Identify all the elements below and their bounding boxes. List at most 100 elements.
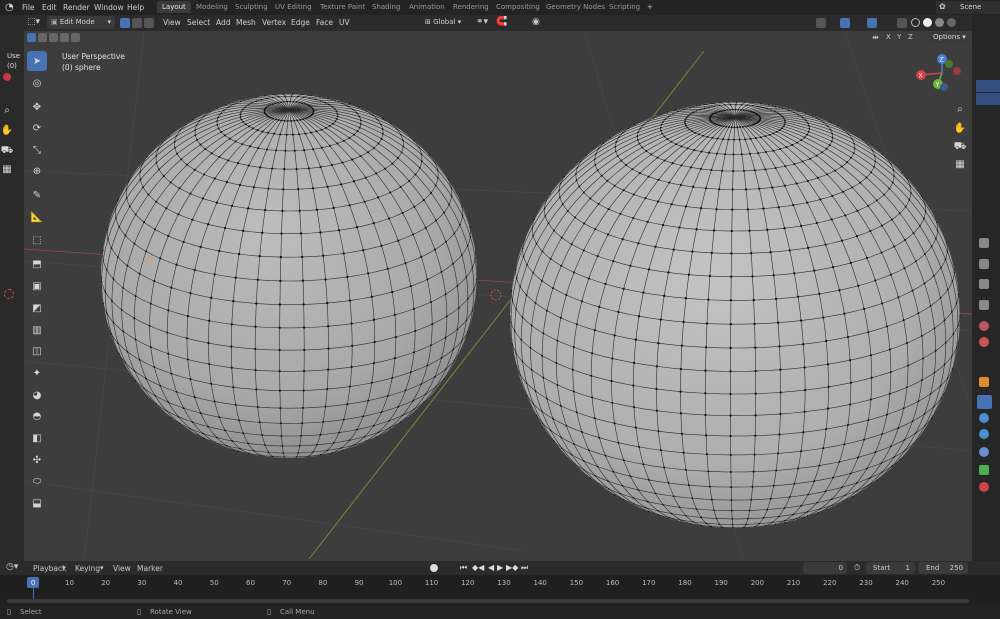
vertex-select-button[interactable]	[120, 18, 130, 28]
mesh-vertex[interactable]	[780, 127, 783, 130]
mesh-vertex[interactable]	[147, 193, 150, 196]
mesh-vertex[interactable]	[745, 109, 748, 112]
mesh-vertex[interactable]	[553, 229, 555, 232]
mesh-vertex[interactable]	[848, 133, 850, 136]
mesh-vertex[interactable]	[865, 256, 869, 260]
mesh-vertex[interactable]	[414, 173, 417, 176]
mesh-vertex[interactable]	[905, 341, 909, 345]
mesh-vertex[interactable]	[721, 169, 724, 172]
mesh-vertex[interactable]	[751, 123, 754, 126]
mesh-vertex[interactable]	[656, 156, 659, 159]
mesh-vertex[interactable]	[301, 93, 303, 96]
mesh-vertex[interactable]	[776, 321, 780, 324]
tab-shading[interactable]: Shading	[372, 3, 400, 11]
mesh-vertex[interactable]	[256, 129, 259, 132]
mesh-vertex[interactable]	[182, 240, 185, 243]
mesh-vertex[interactable]	[381, 128, 384, 130]
mesh-vertex[interactable]	[621, 484, 624, 487]
mesh-vertex[interactable]	[707, 470, 710, 473]
mesh-vertex[interactable]	[191, 218, 194, 221]
mesh-vertex[interactable]	[898, 212, 901, 215]
mesh-vertex[interactable]	[125, 188, 128, 191]
mesh-vertex[interactable]	[841, 190, 844, 193]
mesh-vertex[interactable]	[711, 102, 713, 105]
mesh-vertex[interactable]	[946, 250, 949, 252]
mesh-vertex[interactable]	[912, 442, 915, 445]
mesh-vertex[interactable]	[796, 109, 799, 112]
mesh-vertex[interactable]	[632, 496, 635, 499]
mesh-vertex[interactable]	[327, 368, 330, 371]
mesh-vertex[interactable]	[114, 208, 117, 210]
mesh-vertex[interactable]	[542, 376, 545, 379]
mesh-vertex[interactable]	[865, 176, 868, 179]
face-select-button[interactable]	[144, 18, 154, 28]
mesh-vertex[interactable]	[308, 104, 311, 107]
mesh-vertex[interactable]	[115, 217, 117, 219]
mesh-vertex[interactable]	[700, 150, 703, 153]
mesh-vertex[interactable]	[656, 200, 660, 203]
mesh-vertex[interactable]	[849, 261, 852, 265]
mesh-vertex[interactable]	[284, 149, 287, 152]
mesh-vertex[interactable]	[278, 370, 281, 373]
mesh-vertex[interactable]	[946, 288, 949, 291]
mesh-vertex[interactable]	[657, 510, 659, 512]
mesh-vertex[interactable]	[275, 149, 278, 152]
mesh-vertex[interactable]	[619, 212, 622, 215]
mesh-vertex[interactable]	[278, 326, 281, 329]
mesh-vertex[interactable]	[783, 227, 786, 230]
mesh-vertex[interactable]	[734, 108, 737, 111]
mesh-vertex[interactable]	[175, 135, 178, 137]
mesh-vertex[interactable]	[705, 453, 709, 456]
mesh-vertex[interactable]	[622, 498, 625, 501]
mesh-vertex[interactable]	[336, 115, 339, 118]
mesh-vertex[interactable]	[726, 109, 729, 111]
mesh-vertex[interactable]	[625, 164, 628, 166]
mesh-vertex[interactable]	[773, 110, 776, 113]
mesh-vertex[interactable]	[530, 324, 533, 327]
mesh-vertex[interactable]	[541, 354, 544, 357]
mesh-vertex[interactable]	[298, 444, 301, 447]
mesh-vertex[interactable]	[695, 228, 698, 231]
mesh-vertex[interactable]	[182, 407, 185, 409]
outliner-row-selected[interactable]	[976, 80, 1000, 92]
mesh-vertex[interactable]	[382, 133, 384, 135]
mesh-vertex[interactable]	[210, 382, 213, 385]
mesh-vertex[interactable]	[143, 221, 146, 224]
mesh-vertex[interactable]	[122, 330, 124, 333]
mesh-vertex[interactable]	[762, 207, 765, 210]
mesh-vertex[interactable]	[267, 187, 270, 190]
mesh-vertex[interactable]	[951, 355, 953, 357]
mesh-vertex[interactable]	[299, 232, 303, 235]
mesh-vertex[interactable]	[237, 450, 239, 452]
viewport-pan-icon[interactable]: ✋	[953, 122, 967, 136]
mesh-vertex[interactable]	[738, 138, 741, 141]
mesh-vertex[interactable]	[430, 191, 432, 194]
mesh-vertex[interactable]	[800, 504, 803, 507]
mesh-vertex[interactable]	[301, 422, 304, 425]
mesh-vertex[interactable]	[327, 347, 330, 350]
mesh-vertex[interactable]	[594, 228, 597, 231]
mesh-vertex[interactable]	[306, 103, 309, 106]
mesh-vertex[interactable]	[372, 222, 375, 225]
mesh-vertex[interactable]	[426, 364, 429, 367]
mesh-vertex[interactable]	[772, 484, 775, 487]
mesh-vertex[interactable]	[657, 342, 660, 345]
mesh-vertex[interactable]	[840, 239, 844, 242]
mesh-vertex[interactable]	[629, 475, 632, 478]
mesh-vertex[interactable]	[744, 138, 747, 141]
mesh-vertex[interactable]	[202, 432, 204, 435]
mesh-vertex[interactable]	[571, 368, 574, 371]
mesh-vertex[interactable]	[574, 216, 576, 219]
mesh-vertex[interactable]	[170, 372, 173, 375]
mesh-vertex[interactable]	[244, 123, 247, 126]
mesh-vertex[interactable]	[634, 426, 637, 429]
mesh-vertex[interactable]	[555, 362, 558, 364]
mesh-vertex[interactable]	[756, 105, 759, 108]
mesh-vertex[interactable]	[546, 397, 548, 400]
mesh-vertex[interactable]	[679, 412, 683, 415]
mesh-vertex[interactable]	[153, 366, 156, 369]
mesh-vertex[interactable]	[951, 310, 953, 313]
mesh-vertex[interactable]	[680, 521, 683, 523]
mesh-vertex[interactable]	[891, 181, 894, 184]
mesh-vertex[interactable]	[515, 277, 518, 279]
